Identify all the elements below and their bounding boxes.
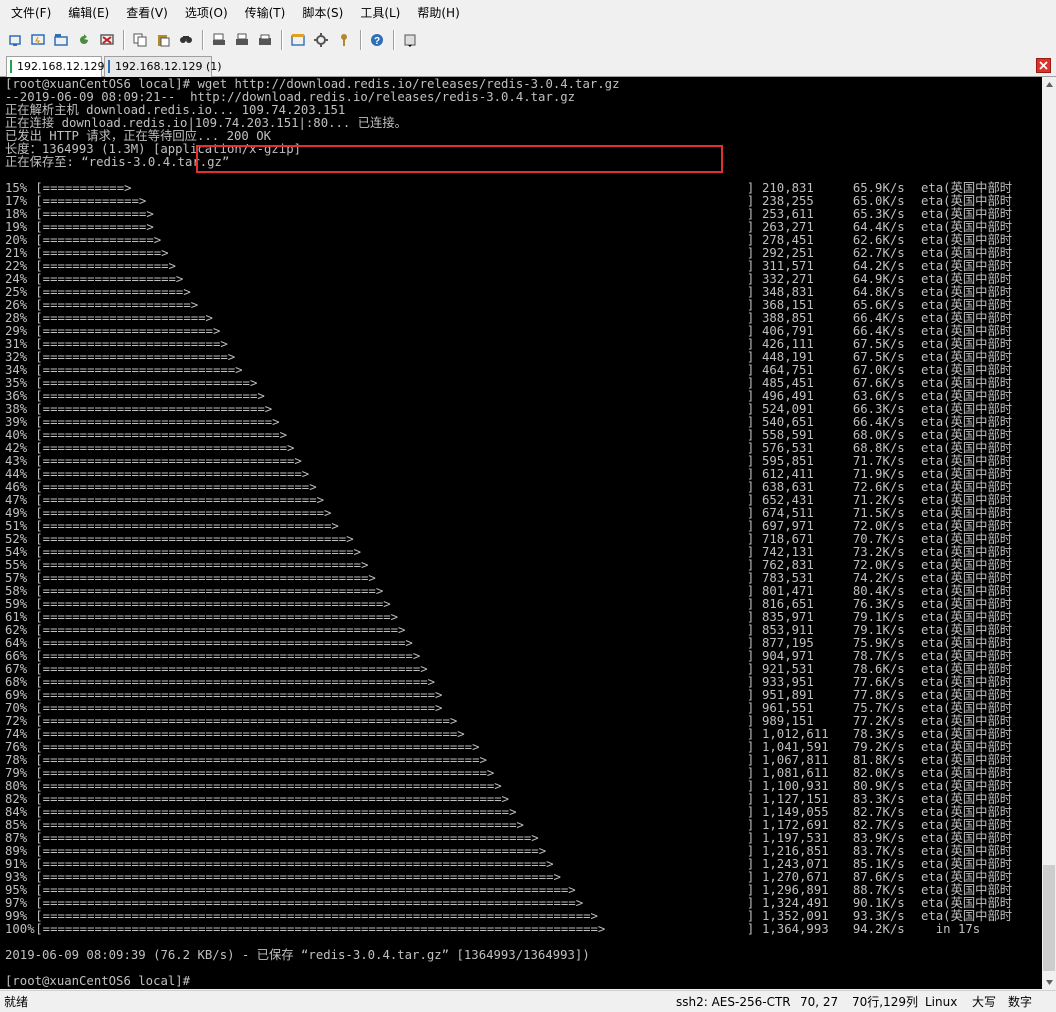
status-encryption: ssh2: AES-256-CTR [676,995,791,1009]
toolbar-more-button[interactable] [399,29,421,51]
menu-item-7[interactable]: 工具(L) [349,0,406,27]
connect-button[interactable] [4,29,26,51]
menu-item-4[interactable]: 选项(O) [174,0,234,27]
menu-item-3[interactable]: 查看(V) [115,0,174,27]
tab-status-mark [10,60,12,73]
terminal-screen[interactable]: [root@xuanCentOS6 local]# wget http://do… [0,77,1042,989]
disconnect-icon [100,34,114,45]
toolbar-separator [393,30,395,50]
print-icon [236,33,248,45]
tab-session-1[interactable]: 192.168.12.129 [6,56,105,78]
toolbar-separator [360,30,362,50]
scrollbar-thumb[interactable] [1043,865,1055,971]
tab-status-mark [108,60,110,73]
toolbar-separator [281,30,283,50]
reconnect-button[interactable] [73,29,95,51]
progress-bar-end: ] [746,922,755,936]
progress-eta: in 17s [920,922,981,936]
paste-button[interactable] [152,29,174,51]
connect-icon [9,35,21,46]
statusbar: 就绪 ssh2: AES-256-CTR 70, 27 70行,129列 Lin… [0,990,1056,1012]
keymap-icon [341,34,347,46]
svg-text:?: ? [374,36,380,47]
progress-bar: [=======================================… [35,922,606,936]
session-tabbar: 192.168.12.129 192.168.12.129 (1) [0,53,1056,78]
session-options-button[interactable] [287,29,309,51]
print-button[interactable] [231,29,253,51]
global-options-icon [314,33,328,47]
progress-percent: 100% [5,922,35,936]
global-options-button[interactable] [310,29,332,51]
menu-item-6[interactable]: 脚本(S) [291,0,349,27]
find-icon [180,36,192,43]
status-cursor-position: 70, 27 [800,995,839,1009]
menu-item-1[interactable]: 文件(F) [0,0,57,27]
status-terminal-size: 70行,129列 [852,995,918,1009]
quick-connect-button[interactable] [27,29,49,51]
menu-item-2[interactable]: 编辑(E) [57,0,115,27]
connect-in-tab-button[interactable] [50,29,72,51]
help-icon: ? [371,34,383,47]
tab-session-2[interactable]: 192.168.12.129 (1) [104,56,222,77]
help-button[interactable]: ? [366,29,388,51]
terminal-line: 2019-06-09 08:09:39 (76.2 KB/s) - 已保存 “r… [5,948,590,962]
vertical-scrollbar[interactable] [1042,77,1056,989]
session-options-icon [291,34,305,46]
status-caps: 大写 [972,995,997,1009]
print-screen-icon [259,34,271,45]
terminal-output: [root@xuanCentOS6 local]# wget http://do… [5,78,1012,988]
status-os: Linux [925,995,958,1009]
status-ready: 就绪 [4,995,29,1009]
command-highlight-box [196,145,723,173]
find-button[interactable] [175,29,197,51]
quick-connect-icon [31,34,45,45]
chevron-up-icon [1045,81,1053,87]
toolbar-more-icon [404,34,416,47]
status-num: 数字 [1008,995,1033,1009]
copy-icon [133,33,147,47]
reconnect-icon [80,34,88,44]
close-tab-button[interactable] [1036,58,1051,73]
tab-label: 192.168.12.129 (1) [115,60,222,73]
keymap-button[interactable] [333,29,355,51]
copy-button[interactable] [129,29,151,51]
paste-icon [158,35,170,47]
progress-bytes: 1,364,993 [762,922,829,936]
connect-in-tab-icon [54,34,68,46]
progress-rate: 94.2K/s [852,922,905,936]
menu-item-5[interactable]: 传输(T) [234,0,292,27]
menu-item-8[interactable]: 帮助(H) [406,0,465,27]
progress-line: 100% [===================================… [5,922,980,936]
scroll-up-button[interactable] [1042,77,1056,91]
toolbar-separator [202,30,204,50]
tab-label: 192.168.12.129 [17,60,105,73]
menubar: 文件(F) 编辑(E) 查看(V) 选项(O) 传输(T) 脚本(S) 工具(L) 帮助(H) [0,0,1056,27]
scroll-down-button[interactable] [1042,975,1056,989]
terminal-line: [root@xuanCentOS6 local]# [5,974,191,988]
print-screen-button[interactable] [254,29,276,51]
print-setup-icon [213,33,225,45]
toolbar-separator [123,30,125,50]
chevron-down-icon [1045,979,1053,985]
disconnect-button[interactable] [96,29,118,51]
toolbar: ? [0,27,1056,53]
close-icon [1039,61,1048,70]
print-setup-button[interactable] [208,29,230,51]
